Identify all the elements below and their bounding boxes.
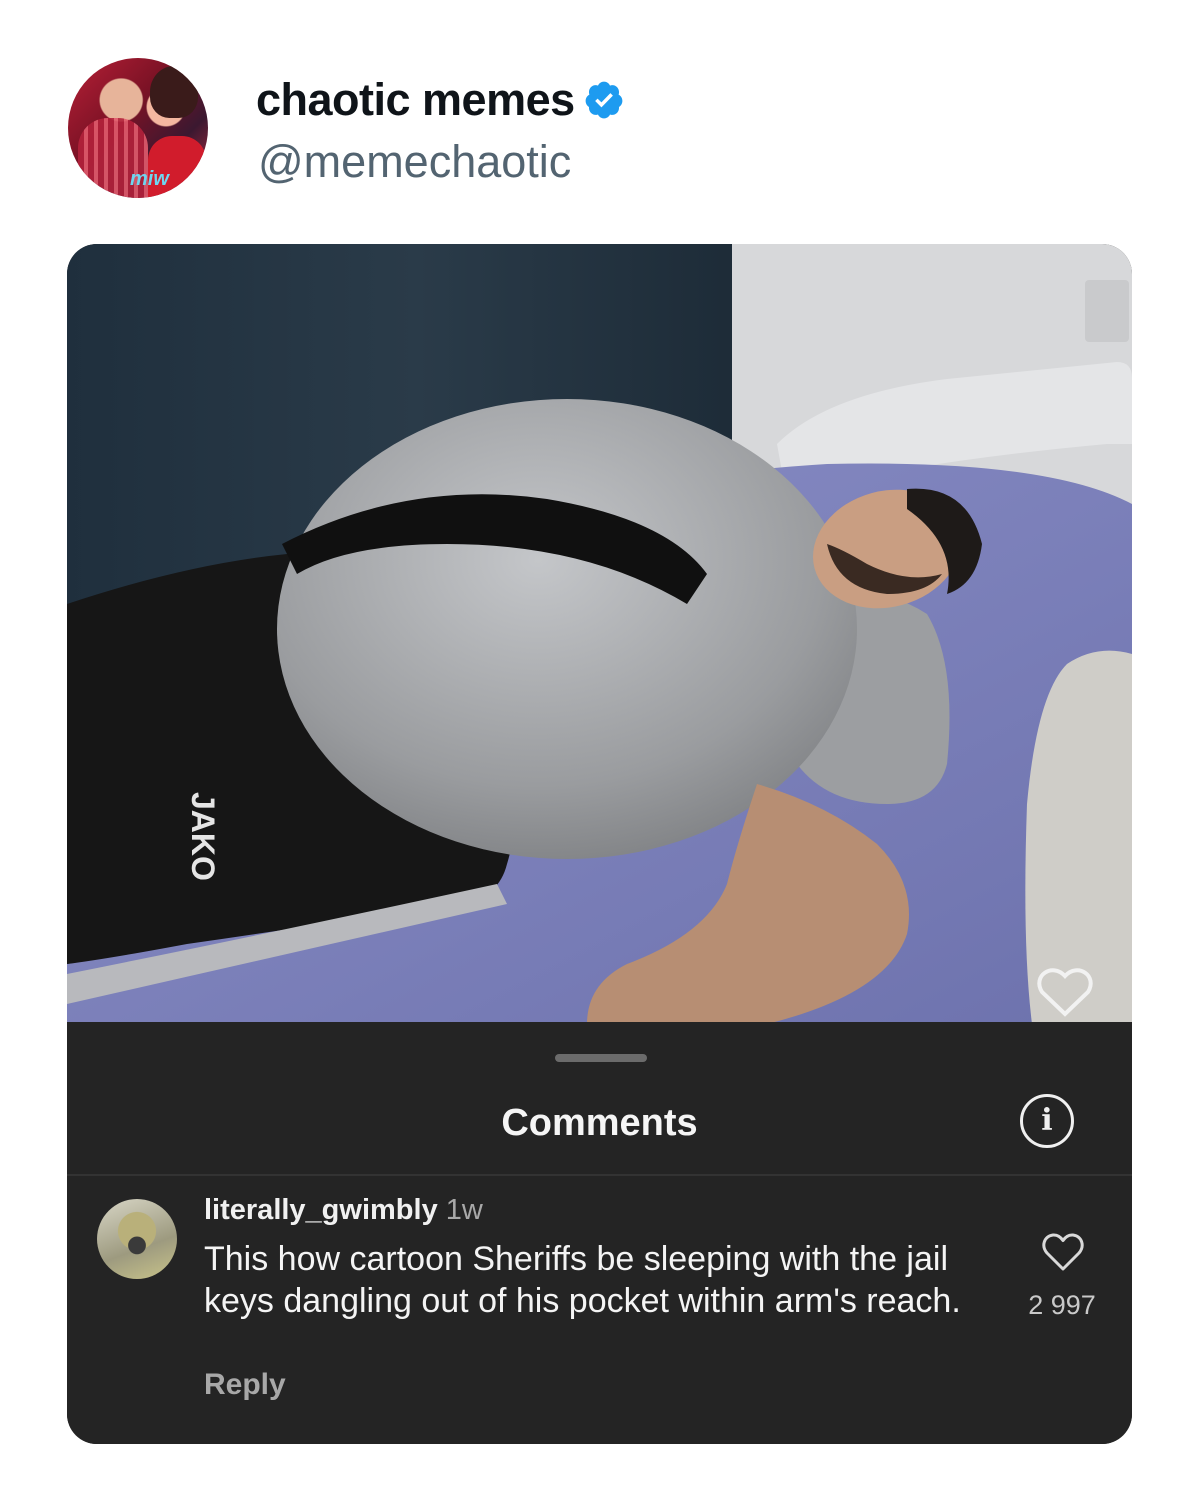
sheet-grabber[interactable] [555, 1054, 647, 1062]
avatar-logo: miw [130, 168, 169, 190]
info-icon[interactable]: i [1020, 1094, 1074, 1148]
post-header: miw chaotic memes @memechaotic [68, 58, 1132, 198]
user-handle[interactable]: @memechaotic [258, 136, 571, 188]
comments-title: Comments [501, 1102, 698, 1144]
verified-badge-icon [585, 81, 623, 119]
reply-button[interactable]: Reply [204, 1368, 286, 1402]
avatar-hair [150, 66, 198, 118]
comment-text: This how cartoon Sheriffs be sleeping wi… [204, 1240, 961, 1320]
outlet [1085, 280, 1129, 342]
comment-header: literally_gwimbly 1w [204, 1194, 483, 1227]
comments-sheet: Comments i literally_gwimbly 1w This how … [67, 1022, 1132, 1444]
photo-illustration: JAKO [67, 244, 1132, 1024]
profile-avatar[interactable]: miw [68, 58, 208, 198]
comment-time: 1w [445, 1194, 483, 1226]
display-name[interactable]: chaotic memes [256, 74, 575, 126]
name-row: chaotic memes [256, 74, 625, 126]
post-card: JAKO Comments i literally_gwimbly 1w This… [67, 244, 1132, 1444]
sheet-divider [67, 1174, 1132, 1176]
pants-logo: JAKO [185, 792, 221, 881]
like-count: 2 997 [1028, 1290, 1096, 1320]
commenter-avatar[interactable] [97, 1199, 177, 1279]
post-photo[interactable]: JAKO [67, 244, 1132, 1024]
commenter-username[interactable]: literally_gwimbly [204, 1194, 438, 1226]
heart-icon[interactable] [1041, 1232, 1085, 1272]
